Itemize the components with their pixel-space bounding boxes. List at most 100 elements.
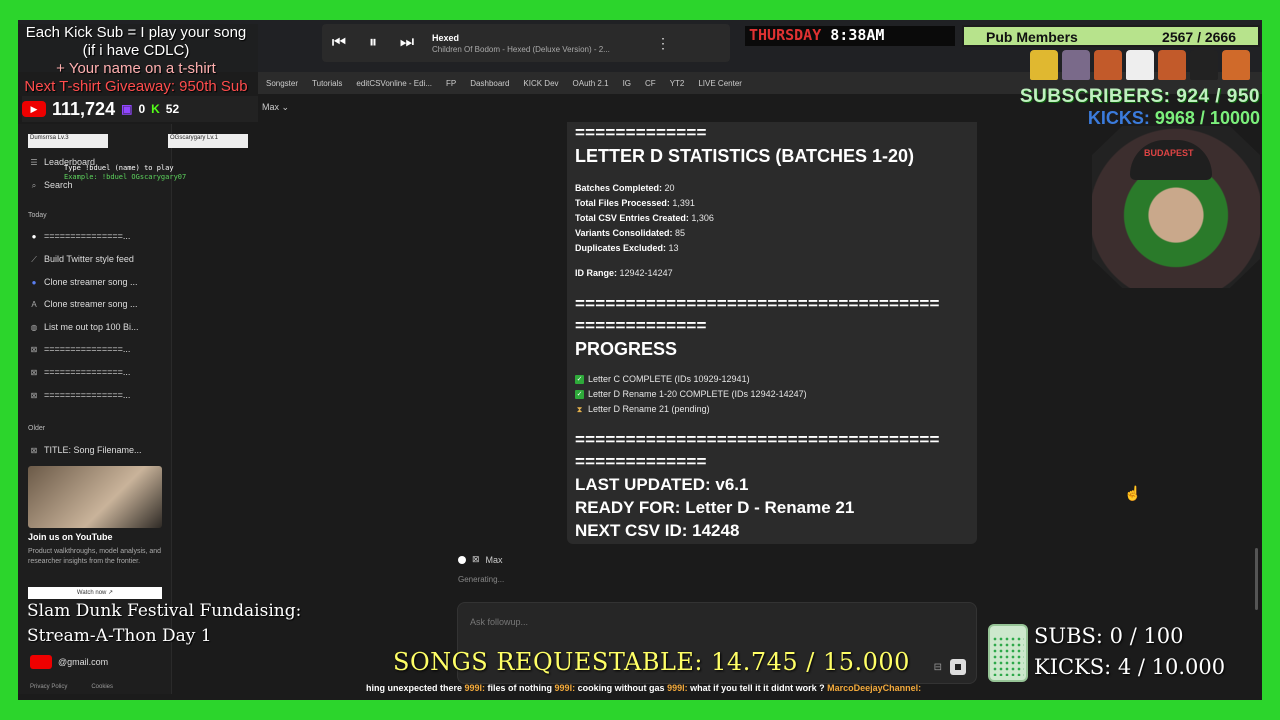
fundraising-banner: Slam Dunk Festival Fundaising: Stream-A-… xyxy=(27,599,301,649)
attach-icon[interactable]: ⊟ xyxy=(934,662,942,673)
sidebar-item-label: ===============... xyxy=(44,231,131,241)
stat-value: 1,391 xyxy=(672,198,695,208)
progress-item: ⧗ Letter D Rename 21 (pending) xyxy=(575,402,969,417)
sidebar-item-history[interactable]: ⊠ ===============... xyxy=(30,390,131,400)
assistant-name: Max xyxy=(485,554,503,565)
youtube-icon: ▶ xyxy=(22,101,46,117)
subscribers-value: 924 / 950 xyxy=(1176,86,1260,107)
duel-line2: Example: !bduel OGscarygary07 xyxy=(64,173,187,181)
generating-status: Generating... xyxy=(458,575,505,584)
account-email: @gmail.com xyxy=(58,657,109,667)
cookies-link[interactable]: Cookies xyxy=(91,684,113,690)
ticker-user: 999l: xyxy=(464,683,486,693)
pause-icon[interactable]: ⏸ xyxy=(356,34,390,52)
media-player: ⏮ ⏸ ⏭ Hexed Children Of Bodom - Hexed (D… xyxy=(322,24,730,62)
sidebar-item-history[interactable]: ⊠ ===============... xyxy=(30,367,131,377)
stat-value: 13 xyxy=(668,243,679,253)
sidebar-item-label: ===============... xyxy=(44,344,131,354)
progress-text: Letter C COMPLETE (IDs 10929-12941) xyxy=(588,374,750,384)
kicks-label: KICKS: xyxy=(1087,108,1150,128)
next-track-icon[interactable]: ⏭ xyxy=(390,34,424,52)
id-range-row: ID Range: 12942-14247 xyxy=(575,266,969,281)
doc-icon: ⊠ xyxy=(30,345,38,354)
followup-input[interactable] xyxy=(470,617,770,627)
stat-value: 85 xyxy=(675,228,686,238)
track-info: Hexed Children Of Bodom - Hexed (Deluxe … xyxy=(432,33,610,54)
tshirt-icon xyxy=(1222,50,1250,80)
ticker-message: files of nothing xyxy=(485,683,555,693)
ticker-message: cooking without gas xyxy=(575,683,668,693)
assistant-header: ⊠ Max xyxy=(458,554,503,565)
youtube-thumbnail[interactable] xyxy=(28,466,162,528)
track-subtitle: Children Of Bodom - Hexed (Deluxe Versio… xyxy=(432,44,610,54)
progress-text: Letter D Rename 1-20 COMPLETE (IDs 12942… xyxy=(588,389,807,399)
bookmark-item[interactable]: Tutorials xyxy=(312,79,342,88)
last-updated: LAST UPDATED: v6.1 xyxy=(575,475,749,494)
bookmark-item[interactable]: IG xyxy=(623,79,631,88)
bookmark-item[interactable]: LIVE Center xyxy=(698,79,742,88)
sidebar-item-label: Clone streamer song ... xyxy=(44,277,138,287)
previous-track-icon[interactable]: ⏮ xyxy=(322,34,356,52)
next-csv-id: NEXT CSV ID: 14248 xyxy=(575,521,740,540)
model-selector-label: Max xyxy=(262,102,280,112)
doc-icon: ⊠ xyxy=(30,368,38,377)
sidebar-item-history[interactable]: ● Clone streamer song ... xyxy=(30,277,138,287)
footer-links: Privacy Policy Cookies xyxy=(30,684,113,690)
sidebar-item-label: List me out top 100 Bi... xyxy=(44,322,139,332)
bookmark-item[interactable]: CF xyxy=(645,79,656,88)
ticker-text: hing unexpected there xyxy=(366,683,465,693)
bookmark-item[interactable]: Dashboard xyxy=(470,79,509,88)
bookmark-item[interactable]: Songster xyxy=(266,79,298,88)
bookmark-item[interactable]: YT2 xyxy=(670,79,685,88)
pub-members-label: Pub Members xyxy=(986,29,1078,45)
privacy-link[interactable]: Privacy Policy xyxy=(30,684,67,690)
progress-text: Letter D Rename 21 (pending) xyxy=(588,404,710,414)
frame-border xyxy=(0,0,18,720)
chat-icon: ● xyxy=(31,278,37,287)
watch-now-button[interactable]: Watch now ↗ xyxy=(28,587,162,599)
frame-border xyxy=(1262,0,1280,720)
divider-text: ============= xyxy=(575,452,707,471)
stat-row: Batches Completed: 20 xyxy=(575,181,969,196)
sidebar-item-history[interactable]: ⊠ ===============... xyxy=(30,344,131,354)
account-row[interactable]: @gmail.com xyxy=(30,655,108,669)
subscribers-counter: SUBSCRIBERS: 924 / 950 xyxy=(1020,86,1260,108)
sidebar-item-history[interactable]: A Clone streamer song ... xyxy=(30,299,137,309)
model-selector[interactable]: Max ⌄ xyxy=(262,102,289,113)
time-label: 8:38AM xyxy=(830,26,885,44)
join-youtube-description: Product walkthroughs, model analysis, an… xyxy=(28,548,162,565)
scrollbar[interactable] xyxy=(1255,548,1258,610)
doc-icon: ⊠ xyxy=(30,391,38,400)
ticker-message: what if you tell it it didnt work ? xyxy=(687,683,828,693)
bookmark-item[interactable]: editCSVonline - Edi... xyxy=(356,79,432,88)
bookmark-item[interactable]: FP xyxy=(446,79,456,88)
doc-icon: ⊠ xyxy=(30,446,38,455)
kicks-counter: KICKS: 9968 / 10000 xyxy=(1088,108,1260,129)
globe-icon: ◍ xyxy=(30,323,38,332)
sidebar-item-label: Search xyxy=(44,180,73,190)
sidebar-item-history[interactable]: ⟋ Build Twitter style feed xyxy=(30,254,134,264)
stop-generating-button[interactable] xyxy=(950,659,966,675)
progress-item: ✓ Letter C COMPLETE (IDs 10929-12941) xyxy=(575,372,969,387)
section-older: Older xyxy=(28,425,46,432)
tshirt-icon xyxy=(1094,50,1122,80)
sidebar-item-search[interactable]: ⌕ Search xyxy=(30,180,73,190)
ticker-channel: MarcoDeejayChannel: xyxy=(827,683,922,693)
divider-text: ============= xyxy=(575,316,707,335)
sidebar-item-label: ===============... xyxy=(44,390,131,400)
youtube-count: 111,724 xyxy=(52,98,116,119)
sidebar-item-history[interactable]: ● ===============... xyxy=(30,231,131,241)
chat-ticker: hing unexpected there 999l: files of not… xyxy=(366,683,986,695)
assistant-icon: ⊠ xyxy=(472,554,480,564)
response-card: ============= LETTER D STATISTICS (BATCH… xyxy=(567,122,977,544)
bookmark-item[interactable]: KICK Dev xyxy=(523,79,558,88)
duel-line1: Type !bduel (name) to play xyxy=(64,164,174,172)
bookmark-item[interactable]: OAuth 2.1 xyxy=(573,79,609,88)
list-icon: ☰ xyxy=(30,158,38,167)
sidebar-item-history[interactable]: ⊠ TITLE: Song Filename... xyxy=(30,445,142,455)
goal-counters: SUBS: 0 / 100 KICKS: 4 / 10.000 xyxy=(1034,621,1225,683)
twitch-icon: ▣ xyxy=(121,102,133,116)
letter-d-statistics-heading: LETTER D STATISTICS (BATCHES 1-20) xyxy=(575,146,915,166)
sidebar-item-history[interactable]: ◍ List me out top 100 Bi... xyxy=(30,322,139,332)
more-options-icon[interactable]: ⋮ xyxy=(656,35,670,52)
